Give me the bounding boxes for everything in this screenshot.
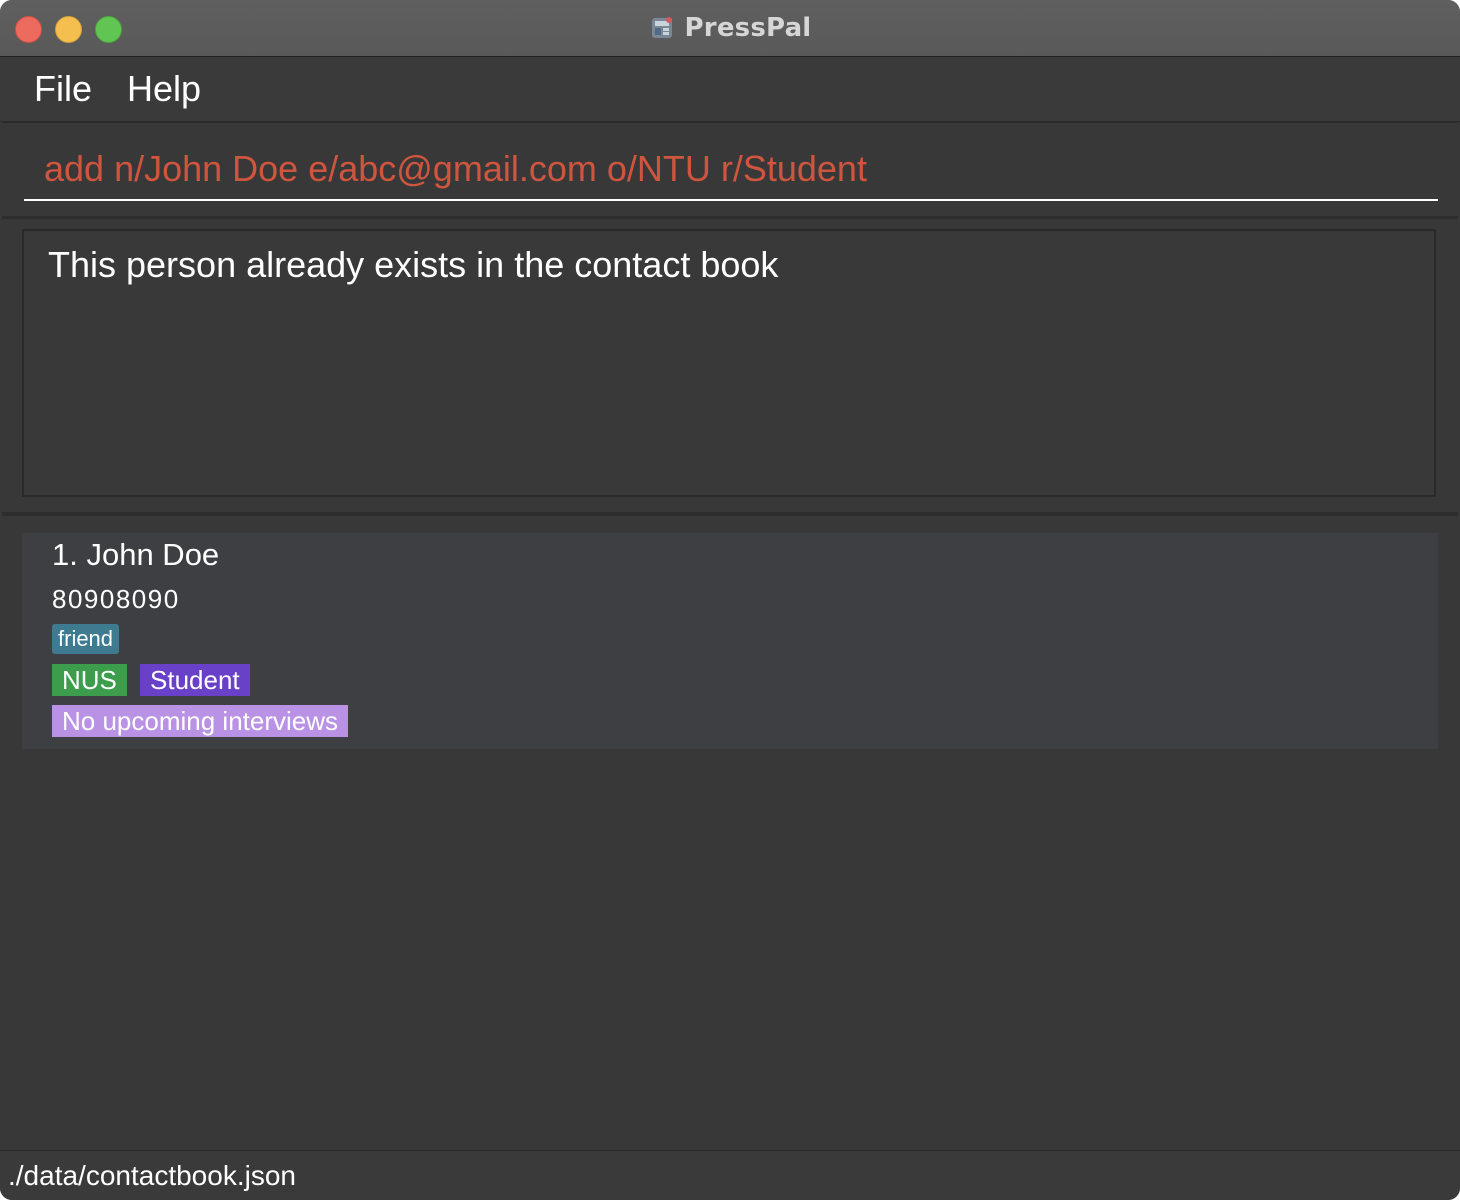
interview-status-badge: No upcoming interviews (52, 705, 349, 737)
person-phone: 80908090 (52, 584, 180, 614)
tag-friend: friend (52, 624, 120, 654)
menu-file[interactable]: File (34, 67, 92, 111)
menu-help[interactable]: Help (127, 67, 201, 111)
person-card[interactable]: 1. John Doe 80908090 friend NUS Student … (22, 533, 1438, 749)
app-window: PressPal File Help add n/John Doe e/abc@… (0, 0, 1460, 1200)
result-display-panel: This person already exists in the contac… (2, 216, 1458, 513)
save-file-path: ./data/contactbook.json (8, 1160, 296, 1191)
command-input[interactable]: add n/John Doe e/abc@gmail.com o/NTU r/S… (24, 141, 1438, 201)
window-title-group: PressPal (0, 0, 1460, 56)
result-message: This person already exists in the contac… (48, 244, 779, 285)
title-bar[interactable]: PressPal (0, 0, 1460, 57)
result-display-box[interactable]: This person already exists in the contac… (22, 229, 1436, 497)
command-box-panel: add n/John Doe e/abc@gmail.com o/NTU r/S… (2, 122, 1458, 215)
person-name: 1. John Doe (52, 537, 220, 572)
status-bar: ./data/contactbook.json (0, 1150, 1460, 1200)
role-badge: Student (140, 664, 250, 696)
menu-bar: File Help (0, 57, 1460, 122)
organisation-badge: NUS (52, 664, 127, 696)
window-title: PressPal (684, 13, 812, 43)
presspal-app-icon (649, 15, 675, 41)
person-list-panel[interactable]: 1. John Doe 80908090 friend NUS Student … (2, 512, 1458, 1152)
